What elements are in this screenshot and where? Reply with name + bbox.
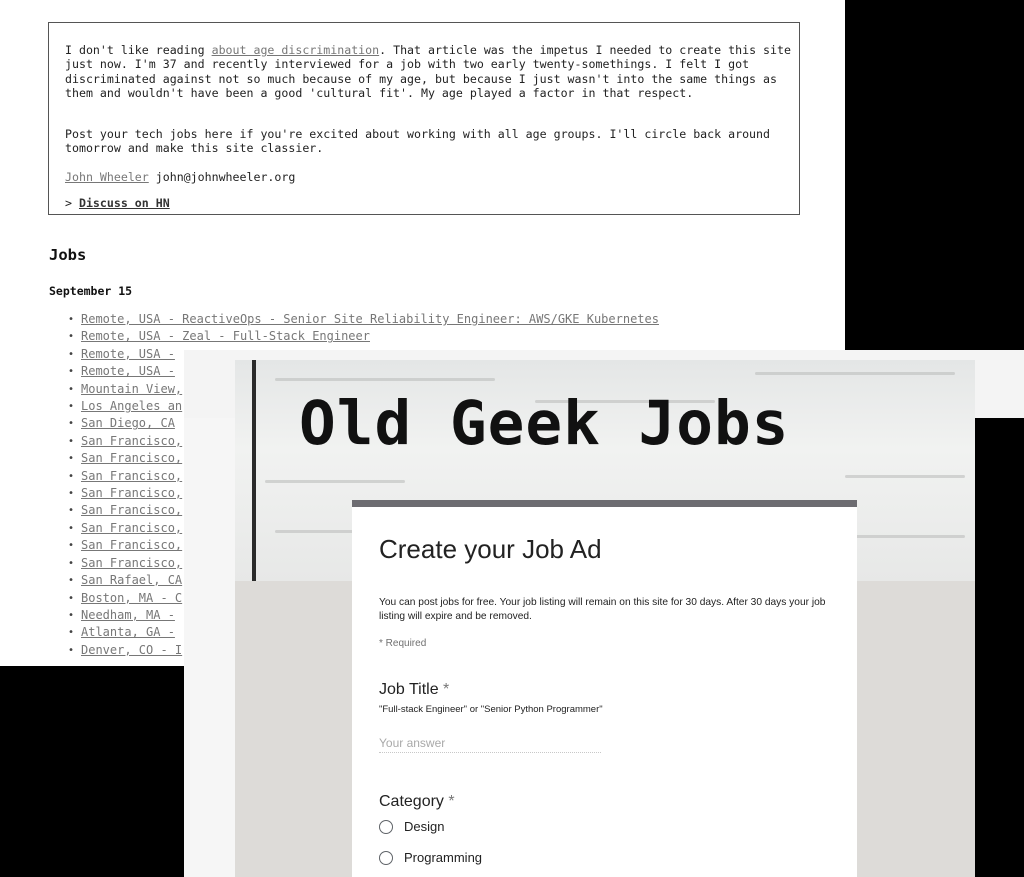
job-link[interactable]: Mountain View, (81, 382, 182, 396)
form-card: Create your Job Ad You can post jobs for… (352, 500, 857, 877)
job-link[interactable]: Los Angeles an (81, 399, 182, 413)
job-title-help-text: "Full-stack Engineer" or "Senior Python … (379, 704, 603, 715)
author-line: John Wheeler john@johnwheeler.org (65, 170, 791, 184)
job-link[interactable]: San Francisco, (81, 469, 182, 483)
job-link[interactable]: San Francisco, (81, 434, 182, 448)
age-discrimination-link[interactable]: about age discrimination (212, 43, 380, 57)
job-link[interactable]: Remote, USA - Zeal - Full-Stack Engineer (81, 329, 370, 343)
job-link[interactable]: Boston, MA - C (81, 591, 182, 605)
banner-title: Old Geek Jobs (299, 388, 790, 459)
banner-vertical-line (252, 360, 256, 581)
banner-texture (275, 378, 495, 381)
category-label: Category (379, 793, 444, 810)
job-title-label: Job Title (379, 681, 439, 698)
job-link[interactable]: Needham, MA - (81, 608, 175, 622)
job-link[interactable]: Atlanta, GA - (81, 625, 175, 639)
date-heading: September 15 (49, 284, 133, 298)
window-backdrop-left (184, 418, 235, 877)
author-email: john@johnwheeler.org (155, 170, 296, 184)
job-link[interactable]: San Rafael, CA (81, 573, 182, 587)
banner-texture (755, 372, 955, 375)
category-option-programming[interactable]: Programming (379, 850, 482, 865)
job-link[interactable]: Remote, USA - (81, 347, 175, 361)
category-option-design[interactable]: Design (379, 819, 444, 834)
jobs-heading: Jobs (49, 246, 87, 264)
job-title-question: Job Title * (379, 681, 449, 699)
discuss-on-hn-link[interactable]: Discuss on HN (79, 196, 170, 210)
category-question: Category * (379, 793, 455, 811)
job-link[interactable]: San Francisco, (81, 556, 182, 570)
banner-texture (265, 480, 405, 483)
job-link[interactable]: San Francisco, (81, 538, 182, 552)
radio-button-icon[interactable] (379, 819, 393, 834)
author-name-link[interactable]: John Wheeler (65, 170, 149, 184)
job-ad-form-window: Old Geek Jobs Create your Job Ad You can… (184, 350, 1024, 877)
job-item: Remote, USA - Zeal - Full-Stack Engineer (64, 328, 659, 346)
job-link[interactable]: San Francisco, (81, 451, 182, 465)
job-item: Remote, USA - ReactiveOps - Senior Site … (64, 311, 659, 329)
form-title: Create your Job Ad (379, 534, 602, 564)
job-link[interactable]: Denver, CO - I (81, 643, 182, 657)
required-note: * Required (379, 638, 427, 649)
intro-text: I don't like reading (65, 43, 212, 57)
intro-paragraph: I don't like reading about age discrimin… (65, 43, 791, 101)
banner-texture (855, 535, 965, 538)
job-link[interactable]: San Francisco, (81, 521, 182, 535)
intro-box: I don't like reading about age discrimin… (48, 22, 800, 215)
job-link[interactable]: San Diego, CA (81, 416, 175, 430)
job-link[interactable]: San Francisco, (81, 486, 182, 500)
required-star: * (443, 681, 450, 698)
discuss-line: > Discuss on HN (65, 196, 791, 210)
discuss-prefix: > (65, 196, 79, 210)
category-option-label: Design (404, 819, 445, 834)
job-link[interactable]: Remote, USA - ReactiveOps - Senior Site … (81, 312, 659, 326)
required-star: * (448, 793, 455, 810)
job-link[interactable]: Remote, USA - (81, 364, 175, 378)
form-description: You can post jobs for free. Your job lis… (379, 597, 826, 622)
post-jobs-paragraph: Post your tech jobs here if you're excit… (65, 127, 770, 156)
radio-button-icon[interactable] (379, 850, 393, 865)
job-title-input[interactable] (379, 734, 601, 753)
job-link[interactable]: San Francisco, (81, 503, 182, 517)
category-option-label: Programming (404, 850, 483, 865)
banner-texture (845, 475, 965, 478)
